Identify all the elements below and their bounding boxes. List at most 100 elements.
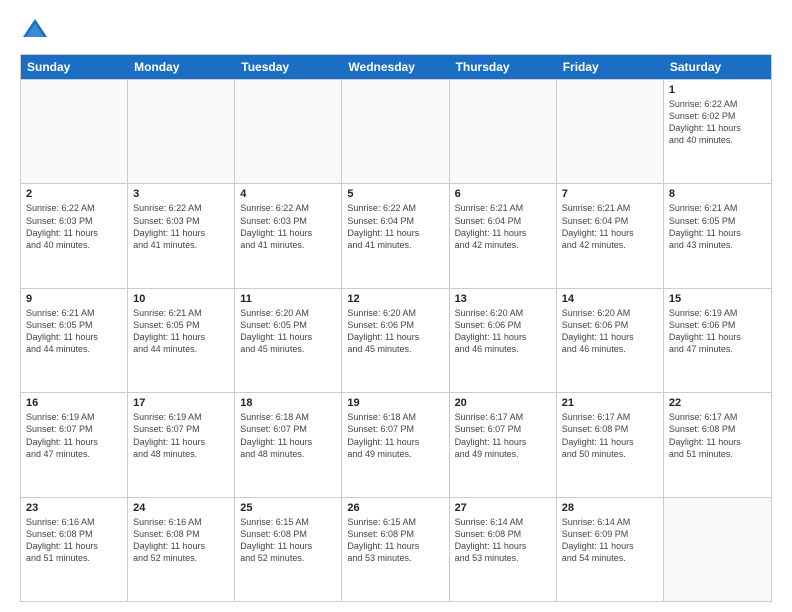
day-cell-1: 1 Sunrise: 6:22 AMSunset: 6:02 PMDaylight… xyxy=(664,80,771,183)
day-cell-21: 21 Sunrise: 6:17 AMSunset: 6:08 PMDayligh… xyxy=(557,393,664,496)
header-day-tuesday: Tuesday xyxy=(235,55,342,79)
header-day-saturday: Saturday xyxy=(664,55,771,79)
header-day-sunday: Sunday xyxy=(21,55,128,79)
day-number: 27 xyxy=(455,502,551,514)
header-day-thursday: Thursday xyxy=(450,55,557,79)
day-cell-4: 4 Sunrise: 6:22 AMSunset: 6:03 PMDaylight… xyxy=(235,184,342,287)
header-day-monday: Monday xyxy=(128,55,235,79)
day-info: Sunrise: 6:16 AMSunset: 6:08 PMDaylight:… xyxy=(133,516,229,565)
page: SundayMondayTuesdayWednesdayThursdayFrid… xyxy=(0,0,792,612)
day-cell-26: 26 Sunrise: 6:15 AMSunset: 6:08 PMDayligh… xyxy=(342,498,449,601)
day-number: 15 xyxy=(669,293,766,305)
day-info: Sunrise: 6:21 AMSunset: 6:05 PMDaylight:… xyxy=(26,307,122,356)
day-cell-28: 28 Sunrise: 6:14 AMSunset: 6:09 PMDayligh… xyxy=(557,498,664,601)
empty-cell xyxy=(664,498,771,601)
day-info: Sunrise: 6:20 AMSunset: 6:05 PMDaylight:… xyxy=(240,307,336,356)
day-cell-7: 7 Sunrise: 6:21 AMSunset: 6:04 PMDaylight… xyxy=(557,184,664,287)
day-info: Sunrise: 6:20 AMSunset: 6:06 PMDaylight:… xyxy=(562,307,658,356)
day-cell-25: 25 Sunrise: 6:15 AMSunset: 6:08 PMDayligh… xyxy=(235,498,342,601)
empty-cell xyxy=(21,80,128,183)
header-day-friday: Friday xyxy=(557,55,664,79)
day-number: 21 xyxy=(562,397,658,409)
day-cell-3: 3 Sunrise: 6:22 AMSunset: 6:03 PMDaylight… xyxy=(128,184,235,287)
day-cell-24: 24 Sunrise: 6:16 AMSunset: 6:08 PMDayligh… xyxy=(128,498,235,601)
day-cell-5: 5 Sunrise: 6:22 AMSunset: 6:04 PMDaylight… xyxy=(342,184,449,287)
day-cell-16: 16 Sunrise: 6:19 AMSunset: 6:07 PMDayligh… xyxy=(21,393,128,496)
day-cell-14: 14Sunrise: 6:20 AMSunset: 6:06 PMDayligh… xyxy=(557,289,664,392)
day-cell-17: 17Sunrise: 6:19 AMSunset: 6:07 PMDayligh… xyxy=(128,393,235,496)
day-number: 5 xyxy=(347,188,443,200)
day-cell-20: 20 Sunrise: 6:17 AMSunset: 6:07 PMDayligh… xyxy=(450,393,557,496)
header xyxy=(20,16,772,46)
day-number: 23 xyxy=(26,502,122,514)
calendar-row-1: 2 Sunrise: 6:22 AMSunset: 6:03 PMDaylight… xyxy=(21,183,771,287)
calendar-row-3: 16 Sunrise: 6:19 AMSunset: 6:07 PMDayligh… xyxy=(21,392,771,496)
day-number: 9 xyxy=(26,293,122,305)
day-info: Sunrise: 6:21 AMSunset: 6:05 PMDaylight:… xyxy=(669,202,766,251)
day-info: Sunrise: 6:19 AMSunset: 6:06 PMDaylight:… xyxy=(669,307,766,356)
day-cell-2: 2 Sunrise: 6:22 AMSunset: 6:03 PMDaylight… xyxy=(21,184,128,287)
day-info: Sunrise: 6:17 AMSunset: 6:07 PMDaylight:… xyxy=(455,411,551,460)
day-number: 25 xyxy=(240,502,336,514)
calendar-row-4: 23 Sunrise: 6:16 AMSunset: 6:08 PMDayligh… xyxy=(21,497,771,601)
day-info: Sunrise: 6:21 AMSunset: 6:04 PMDaylight:… xyxy=(455,202,551,251)
day-number: 26 xyxy=(347,502,443,514)
day-number: 20 xyxy=(455,397,551,409)
day-number: 10 xyxy=(133,293,229,305)
day-info: Sunrise: 6:21 AMSunset: 6:04 PMDaylight:… xyxy=(562,202,658,251)
day-info: Sunrise: 6:21 AMSunset: 6:05 PMDaylight:… xyxy=(133,307,229,356)
day-number: 16 xyxy=(26,397,122,409)
day-number: 6 xyxy=(455,188,551,200)
day-cell-13: 13 Sunrise: 6:20 AMSunset: 6:06 PMDayligh… xyxy=(450,289,557,392)
day-info: Sunrise: 6:18 AMSunset: 6:07 PMDaylight:… xyxy=(347,411,443,460)
day-number: 12 xyxy=(347,293,443,305)
day-cell-11: 11 Sunrise: 6:20 AMSunset: 6:05 PMDayligh… xyxy=(235,289,342,392)
day-info: Sunrise: 6:17 AMSunset: 6:08 PMDaylight:… xyxy=(669,411,766,460)
calendar-row-2: 9 Sunrise: 6:21 AMSunset: 6:05 PMDaylight… xyxy=(21,288,771,392)
empty-cell xyxy=(235,80,342,183)
day-info: Sunrise: 6:17 AMSunset: 6:08 PMDaylight:… xyxy=(562,411,658,460)
day-cell-12: 12 Sunrise: 6:20 AMSunset: 6:06 PMDayligh… xyxy=(342,289,449,392)
day-cell-27: 27 Sunrise: 6:14 AMSunset: 6:08 PMDayligh… xyxy=(450,498,557,601)
day-number: 17 xyxy=(133,397,229,409)
day-info: Sunrise: 6:14 AMSunset: 6:09 PMDaylight:… xyxy=(562,516,658,565)
day-info: Sunrise: 6:19 AMSunset: 6:07 PMDaylight:… xyxy=(26,411,122,460)
day-info: Sunrise: 6:22 AMSunset: 6:03 PMDaylight:… xyxy=(26,202,122,251)
day-number: 3 xyxy=(133,188,229,200)
day-info: Sunrise: 6:18 AMSunset: 6:07 PMDaylight:… xyxy=(240,411,336,460)
day-info: Sunrise: 6:15 AMSunset: 6:08 PMDaylight:… xyxy=(240,516,336,565)
day-number: 7 xyxy=(562,188,658,200)
day-number: 4 xyxy=(240,188,336,200)
logo xyxy=(20,16,54,46)
day-cell-22: 22 Sunrise: 6:17 AMSunset: 6:08 PMDayligh… xyxy=(664,393,771,496)
day-info: Sunrise: 6:15 AMSunset: 6:08 PMDaylight:… xyxy=(347,516,443,565)
day-number: 11 xyxy=(240,293,336,305)
day-info: Sunrise: 6:22 AMSunset: 6:03 PMDaylight:… xyxy=(240,202,336,251)
calendar-body: 1 Sunrise: 6:22 AMSunset: 6:02 PMDaylight… xyxy=(21,79,771,601)
day-info: Sunrise: 6:22 AMSunset: 6:03 PMDaylight:… xyxy=(133,202,229,251)
day-info: Sunrise: 6:22 AMSunset: 6:02 PMDaylight:… xyxy=(669,98,766,147)
day-number: 24 xyxy=(133,502,229,514)
day-info: Sunrise: 6:22 AMSunset: 6:04 PMDaylight:… xyxy=(347,202,443,251)
day-info: Sunrise: 6:14 AMSunset: 6:08 PMDaylight:… xyxy=(455,516,551,565)
day-cell-15: 15 Sunrise: 6:19 AMSunset: 6:06 PMDayligh… xyxy=(664,289,771,392)
day-cell-6: 6 Sunrise: 6:21 AMSunset: 6:04 PMDaylight… xyxy=(450,184,557,287)
day-info: Sunrise: 6:20 AMSunset: 6:06 PMDaylight:… xyxy=(347,307,443,356)
day-number: 2 xyxy=(26,188,122,200)
day-number: 19 xyxy=(347,397,443,409)
day-cell-23: 23Sunrise: 6:16 AMSunset: 6:08 PMDayligh… xyxy=(21,498,128,601)
day-info: Sunrise: 6:20 AMSunset: 6:06 PMDaylight:… xyxy=(455,307,551,356)
day-cell-19: 19 Sunrise: 6:18 AMSunset: 6:07 PMDayligh… xyxy=(342,393,449,496)
day-number: 28 xyxy=(562,502,658,514)
day-cell-10: 10 Sunrise: 6:21 AMSunset: 6:05 PMDayligh… xyxy=(128,289,235,392)
day-number: 8 xyxy=(669,188,766,200)
calendar: SundayMondayTuesdayWednesdayThursdayFrid… xyxy=(20,54,772,602)
day-number: 22 xyxy=(669,397,766,409)
day-number: 13 xyxy=(455,293,551,305)
day-number: 1 xyxy=(669,84,766,96)
calendar-header: SundayMondayTuesdayWednesdayThursdayFrid… xyxy=(21,55,771,79)
day-number: 18 xyxy=(240,397,336,409)
logo-icon xyxy=(20,16,50,46)
calendar-row-0: 1 Sunrise: 6:22 AMSunset: 6:02 PMDaylight… xyxy=(21,79,771,183)
empty-cell xyxy=(342,80,449,183)
